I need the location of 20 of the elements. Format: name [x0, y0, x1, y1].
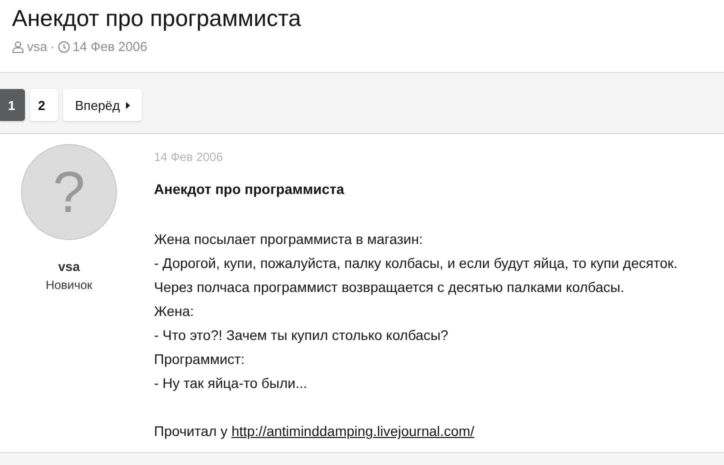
post-text-line: - Что это?! Зачем ты купил столько колбасы? [154, 326, 450, 345]
page-button[interactable]: 2 [30, 89, 58, 121]
author-name[interactable]: vsa [58, 259, 80, 274]
post-title: Анекдот про программиста [154, 180, 346, 199]
source-sentence: Прочитал у http://antiminddamping.livejournal.com/ [154, 422, 476, 441]
post-text-line: Жена посылает программиста в магазин: [154, 230, 424, 249]
caret-icon [126, 102, 130, 108]
clock-icon [58, 40, 70, 52]
user-icon [12, 40, 24, 52]
source-link[interactable]: http://antiminddamping.livejournal.com/ [231, 423, 474, 439]
page-button[interactable]: 1 [0, 89, 25, 121]
next-button[interactable]: Вперёд [63, 89, 142, 121]
thread-title: Анекдот про программиста [12, 4, 302, 33]
post-text-line: Через полчаса программист возвращается с десятью палками колбасы. [154, 278, 626, 297]
post-text-line: - Дорогой, купи, пожалуйста, палку колбасы, и если будут яйца, то купи десяток. [154, 254, 678, 273]
meta-separator: · [50, 39, 55, 54]
user-title: Новичок [46, 278, 92, 292]
post-text-line: - Ну так яйца-то были... [154, 374, 308, 393]
post-text-line: Жена: [154, 302, 195, 321]
post-text-line: Программист: [154, 350, 246, 369]
